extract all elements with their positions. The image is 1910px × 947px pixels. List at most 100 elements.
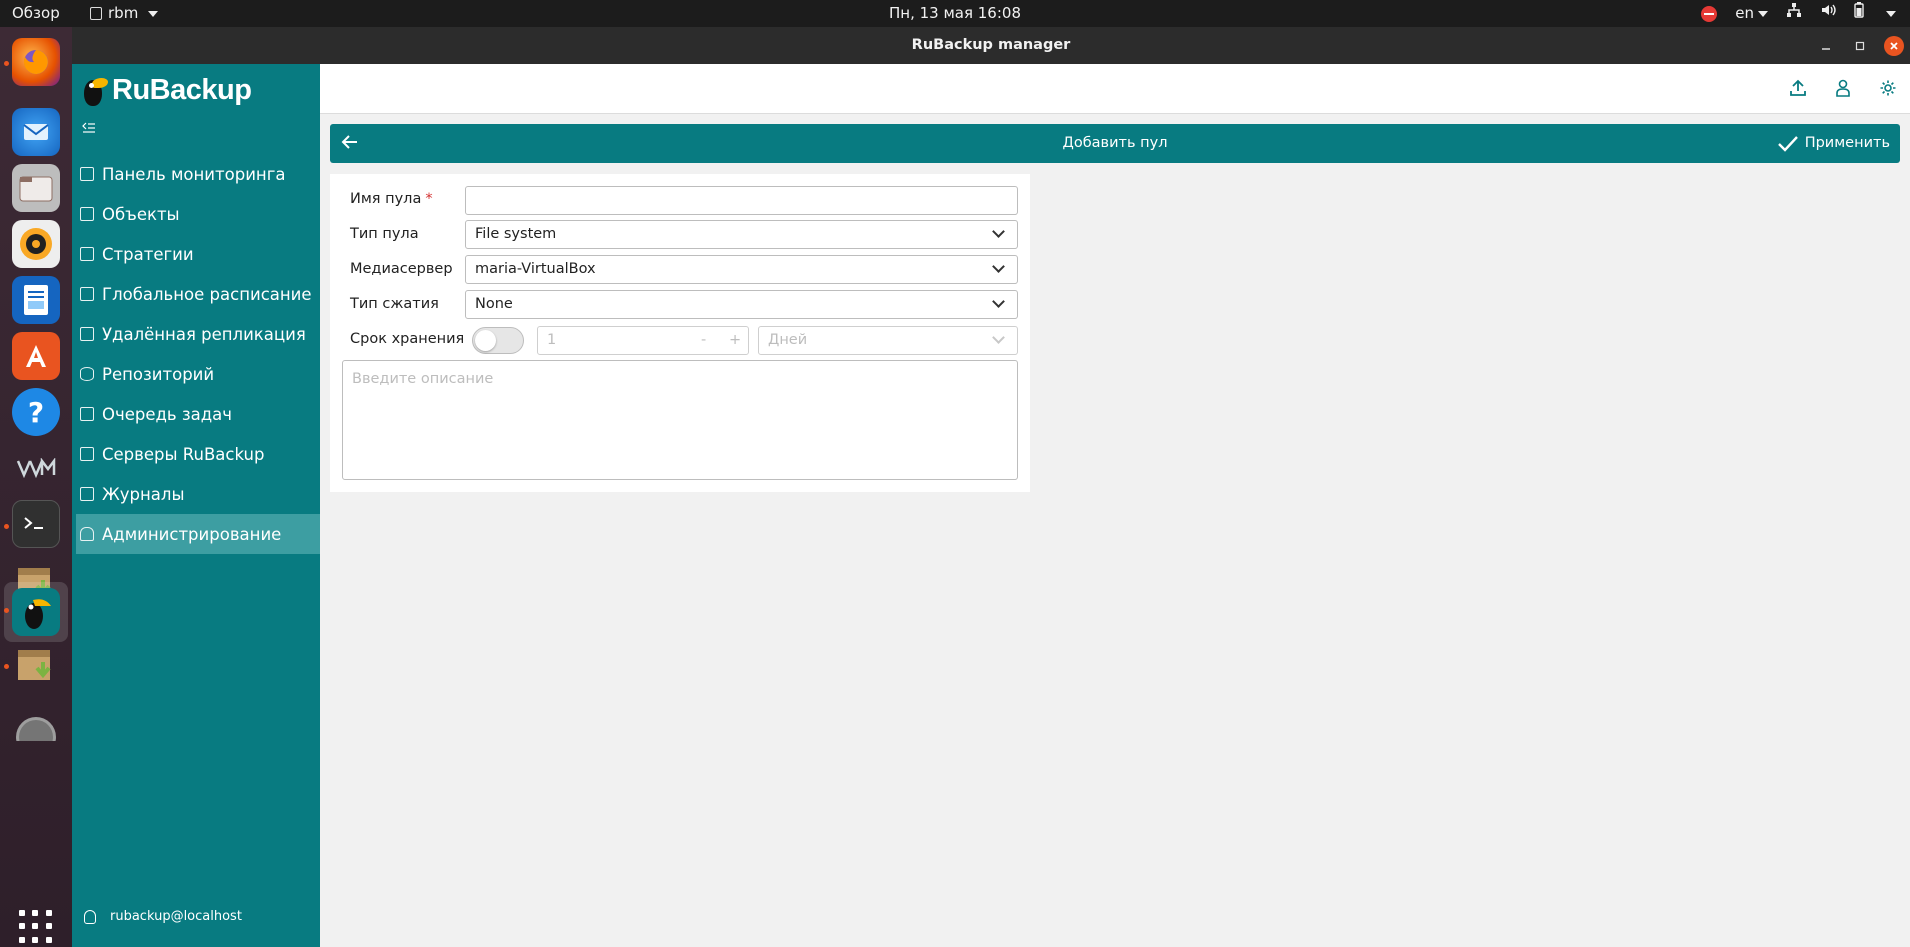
retention-label: Срок хранения [350,331,465,347]
sidebar-item-label: Стратегии [102,244,194,264]
thunderbird-icon[interactable] [12,108,60,156]
page-title: Добавить пул [1062,135,1168,151]
show-apps-icon[interactable] [19,910,53,944]
app-center-icon[interactable] [12,332,60,380]
toucan-logo-icon [80,72,108,108]
user-icon [84,909,96,924]
retention-toggle[interactable] [472,327,524,354]
sidebar-item-objects[interactable]: Объекты [76,194,320,234]
dashboard-icon [80,167,94,181]
rhythmbox-icon[interactable] [12,220,60,268]
pool-name-input[interactable] [465,186,1018,215]
sidebar-item-logs[interactable]: Журналы [76,474,320,514]
schedule-icon [80,287,94,301]
installer-icon[interactable] [12,640,60,688]
do-not-disturb-icon[interactable] [1701,5,1718,22]
sidebar-item-repository[interactable]: Репозиторий [76,354,320,394]
user-icon[interactable] [1833,79,1853,99]
firefox-icon[interactable] [12,38,60,86]
close-button[interactable] [1884,36,1904,56]
disk-icon[interactable] [12,696,60,744]
collapse-sidebar-icon[interactable] [82,122,100,140]
chevron-down-icon [992,331,1005,344]
add-pool-form: Имя пула * Тип пула File system Медиасерв… [330,174,1030,492]
retention-unit-value: Дней [768,332,808,348]
battery-icon[interactable] [1854,0,1864,27]
system-tray[interactable]: en [1701,0,1896,27]
replication-icon [80,327,94,341]
database-icon [80,367,94,381]
task-queue-icon [80,407,94,421]
rubackup-icon[interactable] [12,588,60,636]
sidebar-item-label: Очередь задач [102,404,233,424]
language-indicator[interactable]: en [1735,0,1768,27]
minimize-button[interactable] [1816,36,1836,56]
retention-period-value: 1 [547,332,557,348]
chevron-down-icon [992,225,1005,238]
sidebar-item-label: Журналы [102,484,185,504]
vm-icon[interactable] [12,444,60,492]
chevron-down-icon [1758,10,1768,17]
sidebar: RuBackup Панель мониторинга Объекты Стра… [72,64,320,947]
running-indicator [4,664,9,669]
upload-icon[interactable] [1788,79,1808,99]
chevron-down-icon [992,295,1005,308]
decrement-button[interactable]: - [701,327,706,354]
sidebar-item-dashboard[interactable]: Панель мониторинга [76,154,320,194]
media-server-select[interactable]: maria-VirtualBox [465,255,1018,284]
logo-text: RuBackup [112,73,252,106]
description-textarea[interactable] [342,360,1018,480]
sidebar-item-label: Объекты [102,204,180,224]
language-label: en [1735,4,1754,22]
retention-unit-select[interactable]: Дней [758,326,1018,355]
pool-type-label: Тип пула [350,226,419,242]
dock: ? [0,27,72,947]
window-title: RuBackup manager [911,37,1071,53]
sidebar-item-servers[interactable]: Серверы RuBackup [76,434,320,474]
server-icon [80,447,94,461]
check-icon [1777,135,1798,152]
log-icon [80,487,94,501]
maximize-button[interactable] [1850,36,1870,56]
sidebar-item-label: Глобальное расписание [102,284,312,304]
pool-type-value: File system [475,226,557,242]
terminal-icon[interactable] [12,500,60,548]
sidebar-item-label: Репозиторий [102,364,215,384]
apply-button[interactable]: Применить [1777,124,1890,163]
window-title-bar[interactable]: RuBackup manager [72,27,1910,64]
running-indicator [4,524,9,529]
monitor-icon [80,207,94,221]
retention-period-stepper[interactable]: 1 - + [537,326,749,355]
power-menu[interactable] [1882,0,1896,27]
compression-type-select[interactable]: None [465,290,1018,319]
sidebar-nav: Панель мониторинга Объекты Стратегии Гло… [76,154,320,554]
sidebar-item-administration[interactable]: Администрирование [76,514,320,554]
writer-icon[interactable] [12,276,60,324]
clock[interactable]: Пн, 13 мая 16:08 [0,0,1910,27]
toggle-knob [475,330,496,351]
pool-name-label-text: Имя пула [350,191,422,207]
pool-name-label: Имя пула * [350,191,433,207]
sidebar-item-label: Администрирование [102,524,282,544]
current-user-label: rubackup@localhost [110,909,242,924]
help-icon[interactable]: ? [12,388,60,436]
gear-icon[interactable] [1878,79,1898,99]
chevron-down-icon [1886,10,1896,17]
files-icon[interactable] [12,164,60,212]
sidebar-item-remote-replication[interactable]: Удалённая репликация [76,314,320,354]
current-user[interactable]: rubackup@localhost [84,909,242,924]
sidebar-item-global-schedule[interactable]: Глобальное расписание [76,274,320,314]
sidebar-item-label: Удалённая репликация [102,324,306,344]
pool-type-select[interactable]: File system [465,220,1018,249]
chevron-down-icon [992,260,1005,273]
admin-icon [80,527,94,541]
sidebar-item-task-queue[interactable]: Очередь задач [76,394,320,434]
sidebar-item-strategies[interactable]: Стратегии [76,234,320,274]
compression-type-value: None [475,296,513,312]
page-toolbar: Добавить пул Применить [330,124,1900,163]
increment-button[interactable]: + [729,327,741,354]
network-icon[interactable] [1786,0,1802,27]
compression-type-label: Тип сжатия [350,296,439,312]
volume-icon[interactable] [1820,0,1836,27]
sidebar-item-label: Панель мониторинга [102,164,286,184]
